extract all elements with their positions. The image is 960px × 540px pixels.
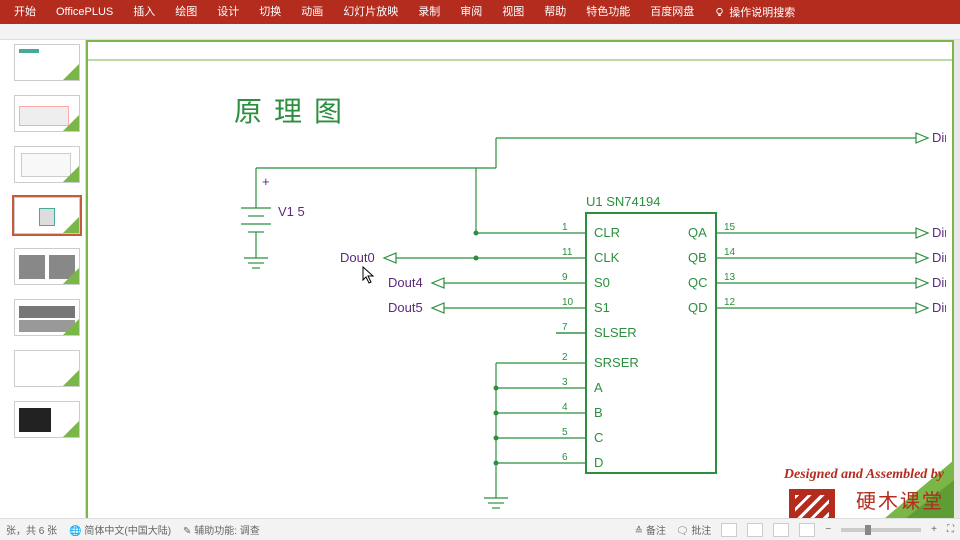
- tab-record[interactable]: 录制: [408, 0, 450, 24]
- svg-text:4: 4: [562, 402, 568, 413]
- svg-text:D: D: [594, 455, 603, 470]
- tab-slideshow[interactable]: 幻灯片放映: [333, 0, 408, 24]
- circuit-schematic: U1 SN74194 1 CLR 11 CLK 9 S0 10 S1 7 SLSER 2 SRSER 3…: [186, 108, 946, 518]
- svg-text:A: A: [594, 380, 603, 395]
- svg-text:Din4: Din4: [932, 225, 946, 240]
- slideshow-view-button[interactable]: [799, 523, 815, 537]
- svg-text:Dout0: Dout0: [340, 250, 375, 265]
- svg-text:V1 5: V1 5: [278, 204, 305, 219]
- svg-text:Din6: Din6: [932, 275, 946, 290]
- thumbnail-6[interactable]: [14, 299, 80, 336]
- thumbnail-4[interactable]: [14, 197, 80, 234]
- svg-text:Din7: Din7: [932, 300, 946, 315]
- reading-view-button[interactable]: [773, 523, 789, 537]
- status-bar: 张，共 6 张 🌐 简体中文(中国大陆) ✎ 辅助功能: 调查 ≙ 备注 🗨 批…: [0, 518, 960, 540]
- thumbnail-2[interactable]: [14, 95, 80, 132]
- zoom-out-button[interactable]: −: [825, 524, 831, 535]
- language-label[interactable]: 🌐 简体中文(中国大陆): [69, 522, 171, 537]
- svg-text:12: 12: [724, 297, 736, 308]
- slide-canvas-area: 原理图 U1 SN74194 1CLR11CLK9S010S17SLSER2SR…: [86, 40, 960, 518]
- svg-text:QC: QC: [688, 275, 708, 290]
- comments-button[interactable]: 🗨 批注: [676, 522, 711, 537]
- svg-text:QB: QB: [688, 250, 707, 265]
- svg-text:2: 2: [562, 352, 568, 363]
- thumbnail-8[interactable]: [14, 401, 80, 438]
- accessibility-label[interactable]: ✎ 辅助功能: 调查: [183, 522, 260, 537]
- voltage-source-symbol: + V1 5: [241, 174, 305, 268]
- brand-name: 硬木课堂: [839, 485, 944, 514]
- lightbulb-icon: [714, 7, 725, 18]
- tab-transition[interactable]: 切换: [249, 0, 291, 24]
- svg-text:Dout5: Dout5: [388, 300, 423, 315]
- tell-me-label: 操作说明搜索: [729, 4, 795, 20]
- svg-text:C: C: [594, 430, 603, 445]
- svg-text:+: +: [262, 174, 270, 189]
- notes-button[interactable]: ≙ 备注: [635, 522, 666, 537]
- slide-count-label: 张，共 6 张: [6, 522, 57, 537]
- zoom-in-button[interactable]: +: [931, 524, 937, 535]
- svg-text:10: 10: [562, 297, 574, 308]
- svg-text:14: 14: [724, 247, 736, 258]
- svg-text:Din0: Din0: [932, 130, 946, 145]
- svg-text:11: 11: [562, 247, 573, 258]
- svg-text:CLR: CLR: [594, 225, 620, 240]
- svg-text:S1: S1: [594, 300, 610, 315]
- svg-text:B: B: [594, 405, 603, 420]
- svg-text:QD: QD: [688, 300, 708, 315]
- tab-design[interactable]: 设计: [207, 0, 249, 24]
- svg-text:CLK: CLK: [594, 250, 620, 265]
- svg-text:9: 9: [562, 272, 568, 283]
- svg-text:13: 13: [724, 272, 736, 283]
- slide-content[interactable]: 原理图 U1 SN74194 1CLR11CLK9S010S17SLSER2SR…: [86, 40, 954, 534]
- svg-text:U1 SN74194: U1 SN74194: [586, 194, 660, 209]
- svg-text:1: 1: [562, 222, 568, 233]
- svg-text:15: 15: [724, 222, 736, 233]
- sorter-view-button[interactable]: [747, 523, 763, 537]
- normal-view-button[interactable]: [721, 523, 737, 537]
- tab-animation[interactable]: 动画: [291, 0, 333, 24]
- thumbnail-3[interactable]: [14, 146, 80, 183]
- tab-review[interactable]: 审阅: [450, 0, 492, 24]
- svg-text:SRSER: SRSER: [594, 355, 639, 370]
- svg-text:Din5: Din5: [932, 250, 946, 265]
- brand-tagline: Designed and Assembled by: [784, 467, 944, 483]
- tab-draw[interactable]: 绘图: [165, 0, 207, 24]
- svg-text:5: 5: [562, 427, 568, 438]
- tab-baidu[interactable]: 百度网盘: [640, 0, 704, 24]
- svg-text:S0: S0: [594, 275, 610, 290]
- slide-thumbnails[interactable]: [0, 40, 86, 518]
- svg-text:7: 7: [562, 322, 568, 333]
- zoom-slider[interactable]: [841, 528, 921, 532]
- tab-insert[interactable]: 插入: [123, 0, 165, 24]
- tab-view[interactable]: 视图: [492, 0, 534, 24]
- svg-text:SLSER: SLSER: [594, 325, 637, 340]
- thumbnail-5[interactable]: [14, 248, 80, 285]
- tell-me-search[interactable]: 操作说明搜索: [714, 4, 795, 20]
- tab-features[interactable]: 特色功能: [576, 0, 640, 24]
- svg-text:QA: QA: [688, 225, 707, 240]
- thumbnail-1[interactable]: [14, 44, 80, 81]
- tab-start[interactable]: 开始: [4, 0, 46, 24]
- ribbon-toolbar: [0, 24, 960, 40]
- svg-text:6: 6: [562, 452, 568, 463]
- ribbon-tabs: 开始 OfficePLUS 插入 绘图 设计 切换 动画 幻灯片放映 录制 审阅…: [0, 0, 960, 24]
- svg-text:Dout4: Dout4: [388, 275, 423, 290]
- thumbnail-7[interactable]: [14, 350, 80, 387]
- tab-help[interactable]: 帮助: [534, 0, 576, 24]
- tab-officeplus[interactable]: OfficePLUS: [46, 0, 123, 24]
- svg-text:3: 3: [562, 377, 568, 388]
- fit-button[interactable]: ⛶: [947, 524, 954, 535]
